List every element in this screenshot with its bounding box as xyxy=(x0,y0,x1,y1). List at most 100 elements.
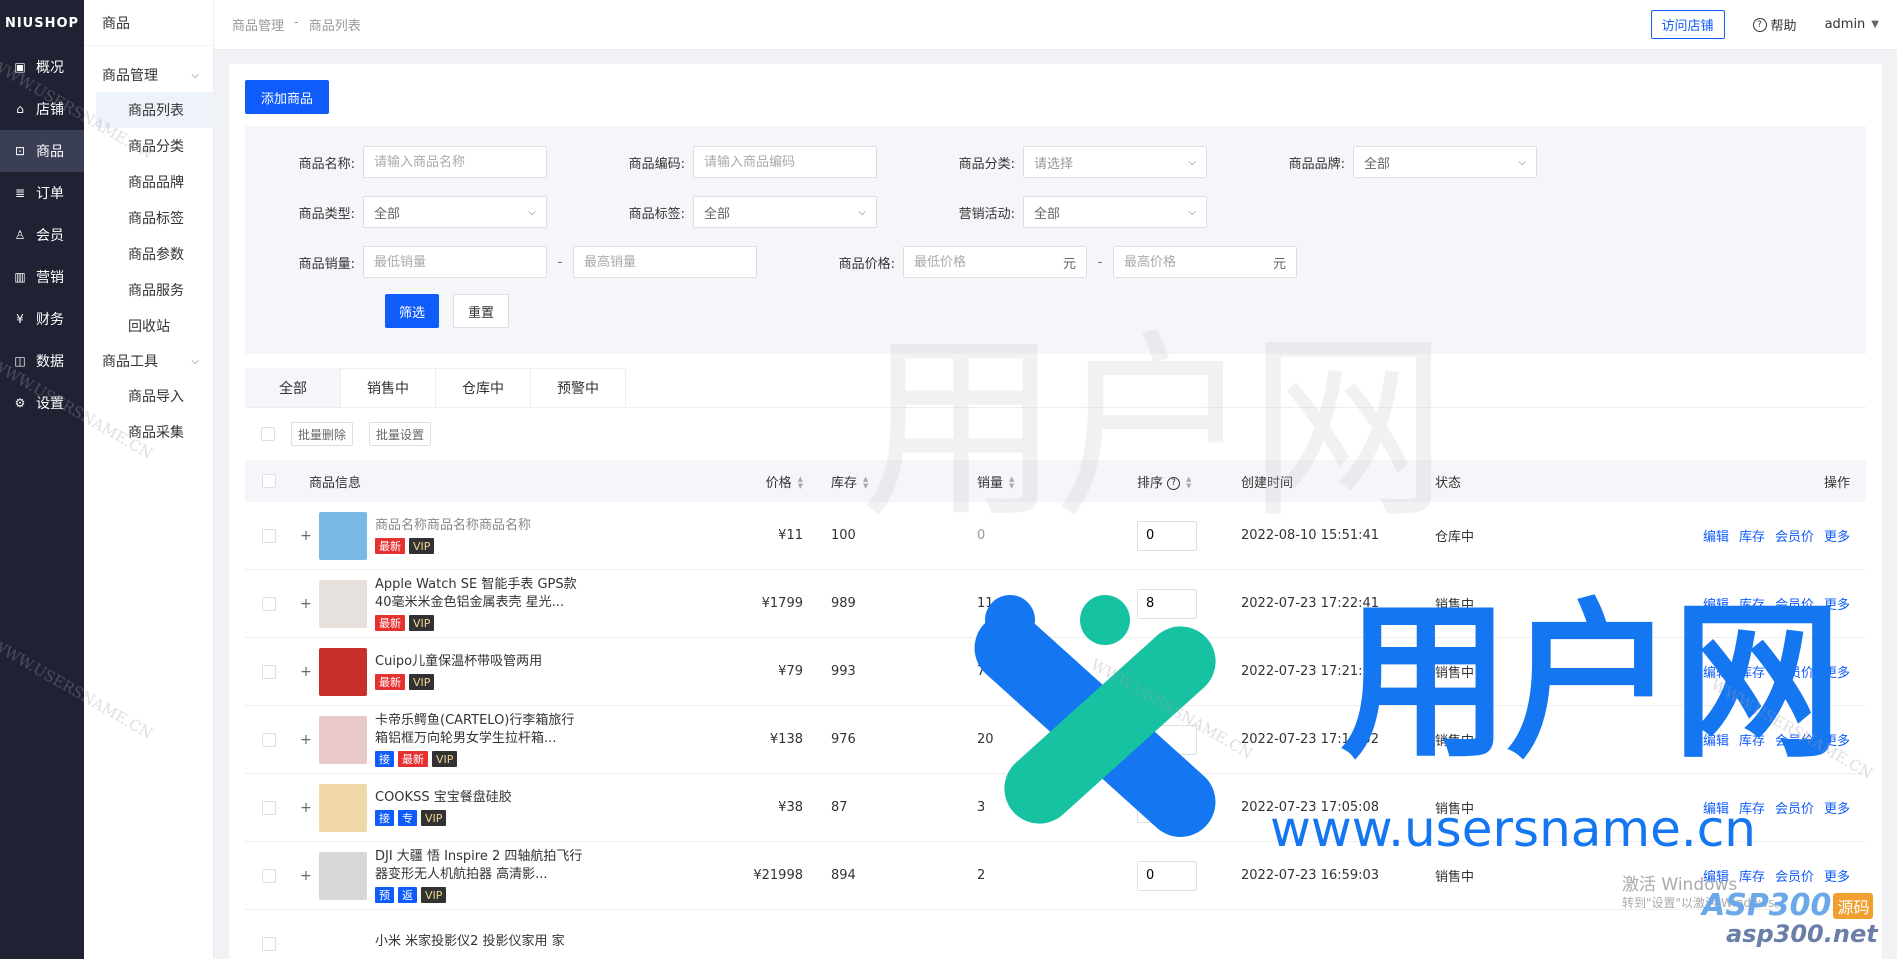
header-checkbox[interactable] xyxy=(262,474,276,488)
sort-arrows-icon[interactable]: ▲ ▼ xyxy=(1186,476,1191,490)
breadcrumb-goods-manage[interactable]: 商品管理 xyxy=(232,15,284,34)
goods-name[interactable]: 商品名称商品名称商品名称 xyxy=(375,517,531,535)
status-tab[interactable]: 仓库中 xyxy=(435,368,531,407)
row-checkbox[interactable] xyxy=(262,868,276,883)
sidebar-item[interactable]: 回收站 xyxy=(96,308,213,344)
row-op-link[interactable]: 库存 xyxy=(1739,594,1765,613)
row-checkbox[interactable] xyxy=(262,732,276,747)
sort-arrows-icon[interactable]: ▲ ▼ xyxy=(798,476,803,490)
row-op-link[interactable]: 库存 xyxy=(1739,526,1765,545)
visit-store-button[interactable]: 访问店铺 xyxy=(1650,10,1725,39)
status-tab[interactable]: 预警中 xyxy=(530,368,626,407)
price-min-input[interactable] xyxy=(914,254,1063,270)
brand-select[interactable]: 全部 ⌵ xyxy=(1353,146,1537,178)
row-op-link[interactable]: 编辑 xyxy=(1703,798,1729,817)
goods-name[interactable]: DJI 大疆 悟 Inspire 2 四轴航拍飞行器变形无人机航拍器 高清影..… xyxy=(375,848,585,884)
sidebar-group[interactable]: 商品管理 ⌵ xyxy=(84,58,213,92)
expand-plus-icon[interactable]: + xyxy=(293,868,319,884)
expand-plus-icon[interactable]: + xyxy=(293,664,319,680)
row-op-link[interactable]: 库存 xyxy=(1739,798,1765,817)
batch-setting-button[interactable]: 批量设置 xyxy=(369,422,432,446)
type-select[interactable]: 全部 ⌵ xyxy=(363,196,547,228)
status-tab[interactable]: 全部 xyxy=(245,368,341,407)
sort-input[interactable] xyxy=(1137,792,1197,823)
price-max-field[interactable]: 元 xyxy=(1113,246,1297,278)
row-op-link[interactable]: 会员价 xyxy=(1775,798,1814,817)
col-sort[interactable]: 排序? ▲ ▼ xyxy=(1137,472,1241,491)
user-menu[interactable]: admin ▼ xyxy=(1825,17,1879,32)
row-op-link[interactable]: 编辑 xyxy=(1703,526,1729,545)
sidebar-item[interactable]: 商品品牌 xyxy=(96,164,213,200)
expand-plus-icon[interactable]: + xyxy=(293,528,319,544)
col-sales[interactable]: 销量 ▲ ▼ xyxy=(977,472,1137,491)
sort-input[interactable] xyxy=(1137,860,1197,891)
goods-tag: 最新 xyxy=(375,615,405,631)
row-checkbox[interactable] xyxy=(262,800,276,815)
sidebar-item[interactable]: 商品服务 xyxy=(96,272,213,308)
goods-name[interactable]: Cuipo儿童保温杯带吸管两用 xyxy=(375,653,542,671)
sales-max-input[interactable] xyxy=(573,246,757,278)
help-link[interactable]: ? 帮助 xyxy=(1752,15,1797,34)
rail-item[interactable]: ⊡ 商品 xyxy=(0,130,84,172)
row-op-link[interactable]: 会员价 xyxy=(1775,526,1814,545)
expand-plus-icon[interactable]: + xyxy=(293,800,319,816)
sort-arrows-icon[interactable]: ▲ ▼ xyxy=(1009,476,1014,490)
price-max-input[interactable] xyxy=(1124,254,1273,270)
batch-delete-button[interactable]: 批量删除 xyxy=(291,422,354,446)
row-op-link[interactable]: 更多 xyxy=(1824,866,1850,885)
row-op-link[interactable]: 更多 xyxy=(1824,526,1850,545)
row-op-link[interactable]: 更多 xyxy=(1824,662,1850,681)
goods-name-input[interactable] xyxy=(363,146,547,178)
row-checkbox[interactable] xyxy=(262,936,276,951)
question-circle-icon[interactable]: ? xyxy=(1167,476,1181,490)
filter-reset-button[interactable]: 重置 xyxy=(453,294,510,328)
sort-input[interactable] xyxy=(1137,520,1197,551)
goods-name[interactable]: COOKSS 宝宝餐盘硅胶 xyxy=(375,789,512,807)
row-checkbox[interactable] xyxy=(262,596,276,611)
row-op-link[interactable]: 会员价 xyxy=(1775,594,1814,613)
row-op-link[interactable]: 更多 xyxy=(1824,798,1850,817)
add-goods-button[interactable]: 添加商品 xyxy=(245,80,330,114)
sort-arrows-icon[interactable]: ▲ ▼ xyxy=(863,476,868,490)
filter-panel: 商品名称: 商品编码: 商品分类: 请选择 ⌵ 商品品牌: 全部 ⌵ 商品类型: 全… xyxy=(245,126,1866,354)
sidebar-item[interactable]: 商品标签 xyxy=(96,200,213,236)
status-tab[interactable]: 销售中 xyxy=(340,368,436,407)
sidebar-group[interactable]: 商品工具 ⌵ xyxy=(84,344,213,378)
tag-select[interactable]: 全部 ⌵ xyxy=(693,196,877,228)
row-checkbox[interactable] xyxy=(262,528,276,543)
row-op-link[interactable]: 编辑 xyxy=(1703,594,1729,613)
sales-min-input[interactable] xyxy=(363,246,547,278)
sort-input[interactable] xyxy=(1137,588,1197,619)
col-stock[interactable]: 库存 ▲ ▼ xyxy=(817,472,977,491)
goods-tag: 最新 xyxy=(375,538,405,554)
goods-name[interactable]: 小米 米家投影仪2 投影仪家用 家 xyxy=(375,933,565,951)
promo-select[interactable]: 全部 ⌵ xyxy=(1023,196,1207,228)
goods-code-input[interactable] xyxy=(693,146,877,178)
goods-name[interactable]: Apple Watch SE 智能手表 GPS款 40毫米米金色铝金属表壳 星光… xyxy=(375,576,585,612)
row-op-link[interactable]: 库存 xyxy=(1739,866,1765,885)
expand-plus-icon[interactable]: + xyxy=(293,596,319,612)
row-op-link[interactable]: 编辑 xyxy=(1703,730,1729,749)
price-min-field[interactable]: 元 xyxy=(903,246,1087,278)
row-op-link[interactable]: 会员价 xyxy=(1775,662,1814,681)
col-price[interactable]: 价格 ▲ ▼ xyxy=(727,472,817,491)
rail-item[interactable]: ≣ 订单 xyxy=(0,172,84,214)
filter-submit-button[interactable]: 筛选 xyxy=(385,294,440,328)
row-op-link[interactable]: 库存 xyxy=(1739,730,1765,749)
select-all-checkbox[interactable] xyxy=(261,427,275,441)
row-op-link[interactable]: 会员价 xyxy=(1775,866,1814,885)
logo[interactable]: NIUSHOP xyxy=(0,0,84,46)
category-select[interactable]: 请选择 ⌵ xyxy=(1023,146,1207,178)
rail-item[interactable]: ▥ 营销 xyxy=(0,256,84,298)
col-status: 状态 xyxy=(1435,475,1462,491)
sort-input[interactable] xyxy=(1137,656,1197,687)
rail-item[interactable]: ¥ 财务 xyxy=(0,298,84,340)
expand-plus-icon[interactable]: + xyxy=(293,732,319,748)
row-checkbox[interactable] xyxy=(262,664,276,679)
sidebar-item[interactable]: 商品导入 xyxy=(96,378,213,414)
sidebar-item[interactable]: 商品参数 xyxy=(96,236,213,272)
rail-item[interactable]: ♙ 会员 xyxy=(0,214,84,256)
goods-name[interactable]: 卡帝乐鳄鱼(CARTELO)行李箱旅行箱铝框万向轮男女学生拉杆箱... xyxy=(375,712,585,748)
row-op-link[interactable]: 更多 xyxy=(1824,594,1850,613)
row-op-link[interactable]: 库存 xyxy=(1739,662,1765,681)
